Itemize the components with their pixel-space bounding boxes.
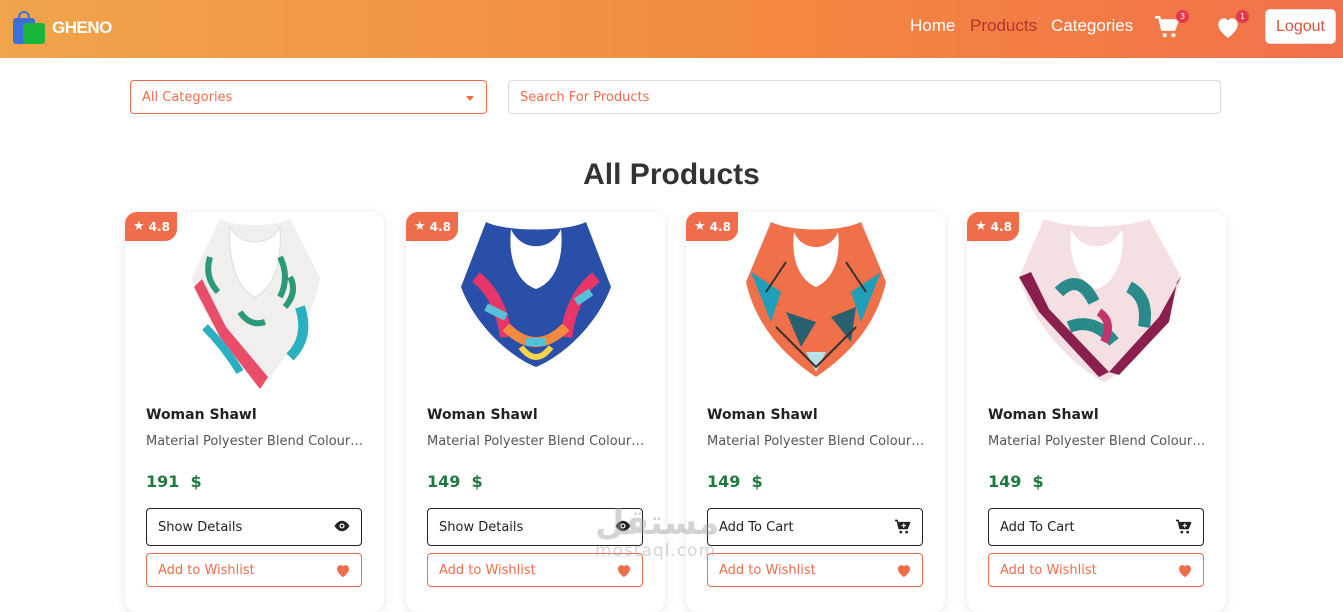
shawl-image xyxy=(1019,219,1181,382)
rating-value: 4.8 xyxy=(429,219,451,234)
price-currency: $ xyxy=(190,472,202,491)
product-title[interactable]: Woman Shawl xyxy=(427,407,538,423)
nav-link-categories[interactable]: Categories xyxy=(1051,16,1133,36)
price-amount: 149 xyxy=(707,472,741,491)
nav-link-products[interactable]: Products xyxy=(970,16,1037,36)
add-to-wishlist-button[interactable]: Add to Wishlist xyxy=(427,553,643,587)
add-to-wishlist-button[interactable]: Add to Wishlist xyxy=(707,553,923,587)
button-label: Show Details xyxy=(439,519,524,535)
star-icon: ★ xyxy=(975,219,987,234)
shawl-image xyxy=(191,219,320,389)
category-select-value: All Categories xyxy=(142,90,233,105)
product-price: 191 $ xyxy=(146,472,202,491)
show-details-button[interactable]: Show Details xyxy=(427,508,643,546)
eye-icon xyxy=(615,520,631,532)
rating-badge: ★ 4.8 xyxy=(406,212,458,241)
cart-nav-button[interactable]: 3 xyxy=(1155,10,1189,42)
product-title[interactable]: Woman Shawl xyxy=(988,407,1099,423)
product-title[interactable]: Woman Shawl xyxy=(707,407,818,423)
button-label: Add to Wishlist xyxy=(158,562,255,578)
price-amount: 191 xyxy=(146,472,180,491)
product-image[interactable] xyxy=(686,217,945,392)
product-price: 149 $ xyxy=(988,472,1044,491)
rating-badge: ★ 4.8 xyxy=(967,212,1019,241)
rating-badge: ★ 4.8 xyxy=(125,212,177,241)
brand[interactable]: GHENO xyxy=(12,11,112,45)
star-icon: ★ xyxy=(414,219,426,234)
rating-value: 4.8 xyxy=(990,219,1012,234)
product-description: Material Polyester Blend Colour ... xyxy=(707,434,927,449)
product-title[interactable]: Woman Shawl xyxy=(146,407,257,423)
add-to-cart-button[interactable]: Add To Cart xyxy=(988,508,1204,546)
button-label: Add To Cart xyxy=(1000,519,1075,535)
price-currency: $ xyxy=(471,472,483,491)
shopping-bag-logo-icon xyxy=(12,11,48,45)
heart-icon xyxy=(1179,565,1191,578)
product-image[interactable] xyxy=(406,217,665,392)
rating-value: 4.8 xyxy=(148,219,170,234)
button-label: Add to Wishlist xyxy=(1000,562,1097,578)
heart-icon xyxy=(618,565,630,578)
cart-icon xyxy=(1176,519,1192,534)
heart-icon xyxy=(898,565,910,578)
product-card: ★ 4.8 Woman Shawl Material Polyester Blen… xyxy=(686,212,945,612)
show-details-button[interactable]: Show Details xyxy=(146,508,362,546)
rating-value: 4.8 xyxy=(709,219,731,234)
product-description: Material Polyester Blend Colour ... xyxy=(146,434,366,449)
cart-icon xyxy=(895,519,911,534)
shawl-image xyxy=(460,222,611,367)
product-card: ★ 4.8 Woman Shawl Material Polyester Blen… xyxy=(406,212,665,612)
price-amount: 149 xyxy=(988,472,1022,491)
search-input[interactable] xyxy=(508,80,1221,114)
wishlist-count-badge: 1 xyxy=(1236,10,1249,23)
button-label: Add to Wishlist xyxy=(719,562,816,578)
rating-badge: ★ 4.8 xyxy=(686,212,738,241)
add-to-wishlist-button[interactable]: Add to Wishlist xyxy=(988,553,1204,587)
heart-icon xyxy=(337,565,349,578)
product-image[interactable] xyxy=(967,217,1226,392)
wishlist-nav-button[interactable]: 1 xyxy=(1215,10,1249,42)
price-currency: $ xyxy=(1032,472,1044,491)
logout-button[interactable]: Logout xyxy=(1265,9,1336,44)
category-select[interactable]: All Categories xyxy=(130,80,487,114)
button-label: Add to Wishlist xyxy=(439,562,536,578)
cart-count-badge: 3 xyxy=(1176,10,1189,23)
button-label: Show Details xyxy=(158,519,243,535)
product-description: Material Polyester Blend Colour ... xyxy=(988,434,1208,449)
add-to-wishlist-button[interactable]: Add to Wishlist xyxy=(146,553,362,587)
product-price: 149 $ xyxy=(427,472,483,491)
product-price: 149 $ xyxy=(707,472,763,491)
product-card: ★ 4.8 Woman Shawl Material Polyester Blen… xyxy=(125,212,384,612)
star-icon: ★ xyxy=(133,219,145,234)
nav-link-home[interactable]: Home xyxy=(910,16,955,36)
add-to-cart-button[interactable]: Add To Cart xyxy=(707,508,923,546)
product-image[interactable] xyxy=(125,217,384,392)
brand-name: GHENO xyxy=(52,18,112,37)
eye-icon xyxy=(334,520,350,532)
product-card: ★ 4.8 Woman Shawl Material Polyester Blen… xyxy=(967,212,1226,612)
star-icon: ★ xyxy=(694,219,706,234)
product-description: Material Polyester Blend Colour ... xyxy=(427,434,647,449)
section-title: All Products xyxy=(583,158,760,191)
chevron-down-icon xyxy=(466,96,474,101)
navbar: GHENO Home Products Categories 3 1 Logou… xyxy=(0,0,1343,58)
button-label: Add To Cart xyxy=(719,519,794,535)
price-amount: 149 xyxy=(427,472,461,491)
shawl-image xyxy=(745,222,886,377)
price-currency: $ xyxy=(751,472,763,491)
